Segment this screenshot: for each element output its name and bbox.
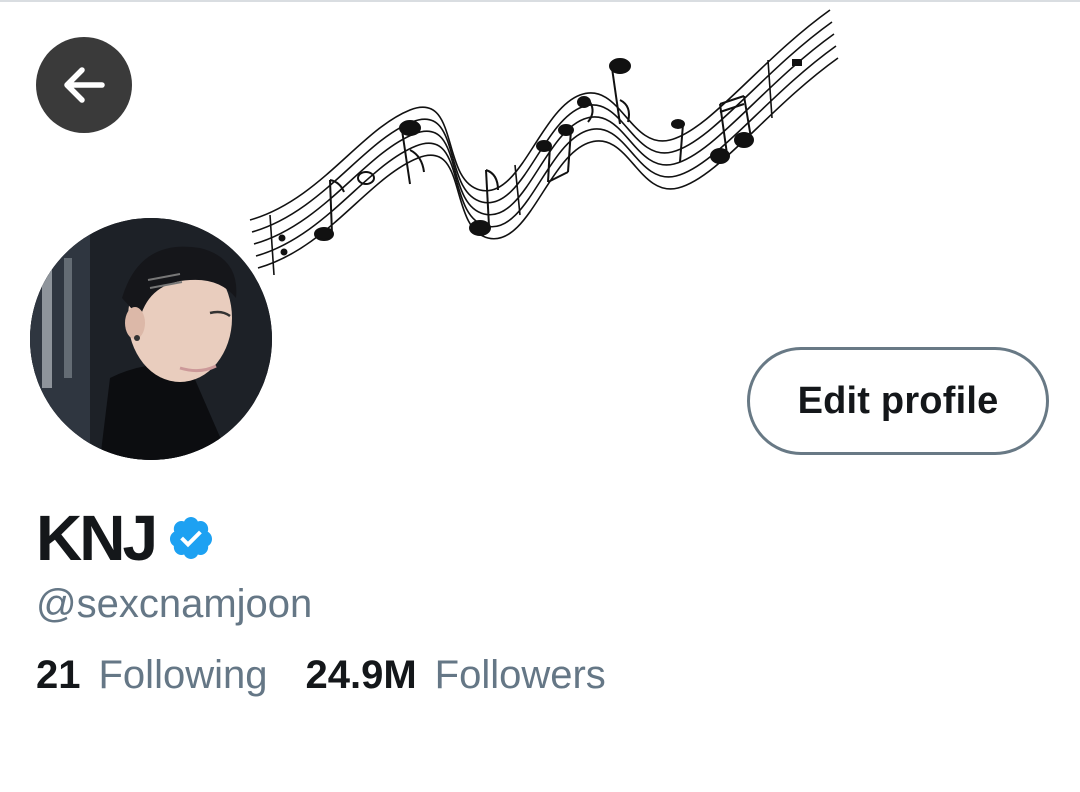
followers-link[interactable]: 24.9M Followers: [305, 650, 605, 700]
display-name: KNJ: [36, 502, 158, 574]
avatar-photo: [30, 218, 272, 460]
edit-profile-button[interactable]: Edit profile: [747, 347, 1049, 455]
follow-stats: 21 Following 24.9M Followers: [36, 650, 606, 700]
music-staff-illustration: [249, 9, 839, 276]
followers-count: 24.9M: [305, 653, 417, 697]
following-link[interactable]: 21 Following: [36, 650, 267, 700]
user-handle: @sexcnamjoon: [36, 582, 313, 626]
arrow-left-icon: [64, 67, 105, 103]
following-label: Following: [98, 653, 268, 697]
profile-avatar[interactable]: [30, 218, 272, 460]
profile-name-row: KNJ: [36, 500, 215, 576]
following-count: 21: [36, 653, 81, 697]
back-button[interactable]: [36, 37, 132, 133]
followers-label: Followers: [434, 653, 606, 697]
verified-badge-icon: [170, 517, 213, 559]
